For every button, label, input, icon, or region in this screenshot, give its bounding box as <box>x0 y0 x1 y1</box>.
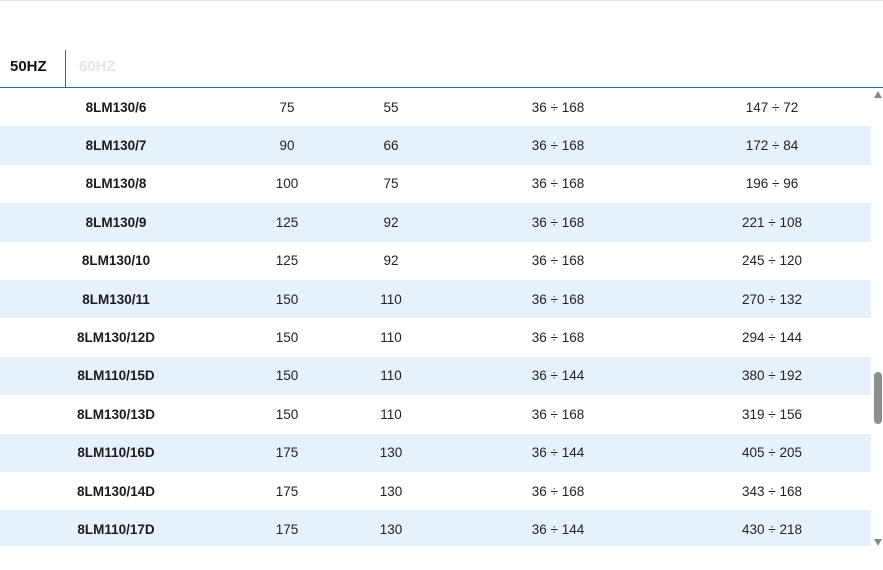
flow-range-cell: 36 ÷ 144 <box>531 445 585 461</box>
model-cell: 8LM130/11 <box>82 291 150 307</box>
pump-data-table: 8LM130/6 75 55 36 ÷ 168 147 ÷ 72 8LM130/… <box>0 88 871 546</box>
scroll-up-arrow-icon[interactable] <box>874 91 882 98</box>
head-range-cell: 245 ÷ 120 <box>742 253 802 269</box>
flow-range-cell: 36 ÷ 168 <box>531 99 585 115</box>
flow-range-cell: 36 ÷ 144 <box>531 368 585 384</box>
table-row: 8LM130/10 125 92 36 ÷ 168 245 ÷ 120 <box>0 242 871 280</box>
head-range-cell: 343 ÷ 168 <box>742 483 802 499</box>
head-range-cell: 196 ÷ 96 <box>745 176 799 192</box>
table-row: 8LM130/11 150 110 36 ÷ 168 270 ÷ 132 <box>0 280 871 319</box>
power-hp-cell: 55 <box>383 99 399 115</box>
power-hp-cell: 130 <box>379 522 403 538</box>
head-range-cell: 405 ÷ 205 <box>742 445 802 461</box>
power-kw-cell: 100 <box>275 176 299 192</box>
model-cell: 8LM130/6 <box>85 99 147 115</box>
power-hp-cell: 66 <box>383 138 399 154</box>
table-row: 8LM110/15D 150 110 36 ÷ 144 380 ÷ 192 <box>0 356 871 396</box>
table-row: 8LM110/17D 175 130 36 ÷ 144 430 ÷ 218 <box>0 510 871 546</box>
model-cell: 8LM110/15D <box>77 368 155 384</box>
tab-60hz[interactable]: 60HZ <box>69 50 126 87</box>
power-hp-cell: 75 <box>383 176 399 192</box>
table-scrollbar[interactable] <box>871 88 883 550</box>
table-row: 8LM130/8 100 75 36 ÷ 168 196 ÷ 96 <box>0 165 871 203</box>
model-cell: 8LM130/10 <box>81 253 151 269</box>
flow-range-cell: 36 ÷ 168 <box>531 406 585 422</box>
model-cell: 8LM130/14D <box>76 483 156 499</box>
power-hp-cell: 130 <box>379 445 403 461</box>
model-cell: 8LM110/16D <box>77 445 155 461</box>
head-range-cell: 380 ÷ 192 <box>742 368 802 384</box>
top-divider <box>0 0 883 1</box>
power-kw-cell: 90 <box>279 138 295 154</box>
head-range-cell: 294 ÷ 144 <box>742 330 802 346</box>
model-cell: 8LM130/8 <box>85 176 147 192</box>
head-range-cell: 147 ÷ 72 <box>745 99 799 115</box>
flow-range-cell: 36 ÷ 168 <box>531 214 585 230</box>
table-row: 8LM130/12D 150 110 36 ÷ 168 294 ÷ 144 <box>0 318 871 356</box>
frequency-tabs: 50HZ 60HZ <box>0 50 883 88</box>
power-kw-cell: 150 <box>275 330 299 346</box>
power-hp-cell: 110 <box>380 368 402 384</box>
flow-range-cell: 36 ÷ 168 <box>531 483 585 499</box>
table-row: 8LM130/13D 150 110 36 ÷ 168 319 ÷ 156 <box>0 395 871 433</box>
scroll-thumb[interactable] <box>874 372 882 424</box>
table-row: 8LM130/14D 175 130 36 ÷ 168 343 ÷ 168 <box>0 472 871 510</box>
power-kw-cell: 175 <box>275 445 299 461</box>
head-range-cell: 430 ÷ 218 <box>742 522 802 538</box>
table-row: 8LM130/7 90 66 36 ÷ 168 172 ÷ 84 <box>0 126 871 165</box>
table-row: 8LM110/16D 175 130 36 ÷ 144 405 ÷ 205 <box>0 433 871 472</box>
head-range-cell: 221 ÷ 108 <box>742 214 802 230</box>
flow-range-cell: 36 ÷ 144 <box>531 522 585 538</box>
power-hp-cell: 92 <box>383 214 399 230</box>
power-kw-cell: 125 <box>275 253 299 269</box>
power-kw-cell: 175 <box>275 522 299 538</box>
power-kw-cell: 175 <box>275 483 299 499</box>
head-range-cell: 270 ÷ 132 <box>742 291 802 307</box>
flow-range-cell: 36 ÷ 168 <box>531 291 585 307</box>
flow-range-cell: 36 ÷ 168 <box>531 176 585 192</box>
model-cell: 8LM130/12D <box>76 330 156 346</box>
model-cell: 8LM130/7 <box>85 138 147 154</box>
power-kw-cell: 150 <box>275 368 299 384</box>
head-range-cell: 172 ÷ 84 <box>745 138 799 154</box>
tab-50hz[interactable]: 50HZ <box>0 50 66 87</box>
table-row: 8LM130/6 75 55 36 ÷ 168 147 ÷ 72 <box>0 88 871 126</box>
power-kw-cell: 75 <box>279 99 295 115</box>
model-cell: 8LM130/9 <box>85 214 147 230</box>
flow-range-cell: 36 ÷ 168 <box>531 138 585 154</box>
model-cell: 8LM130/13D <box>76 406 156 422</box>
power-kw-cell: 150 <box>275 406 299 422</box>
power-hp-cell: 110 <box>380 291 402 307</box>
power-hp-cell: 110 <box>380 406 402 422</box>
model-cell: 8LM110/17D <box>77 522 155 538</box>
flow-range-cell: 36 ÷ 168 <box>531 330 585 346</box>
head-range-cell: 319 ÷ 156 <box>742 406 802 422</box>
flow-range-cell: 36 ÷ 168 <box>531 253 585 269</box>
power-hp-cell: 110 <box>380 330 402 346</box>
power-hp-cell: 130 <box>379 483 403 499</box>
scroll-down-arrow-icon[interactable] <box>874 539 882 546</box>
power-hp-cell: 92 <box>383 253 399 269</box>
power-kw-cell: 150 <box>275 291 299 307</box>
table-row: 8LM130/9 125 92 36 ÷ 168 221 ÷ 108 <box>0 203 871 242</box>
power-kw-cell: 125 <box>275 214 299 230</box>
